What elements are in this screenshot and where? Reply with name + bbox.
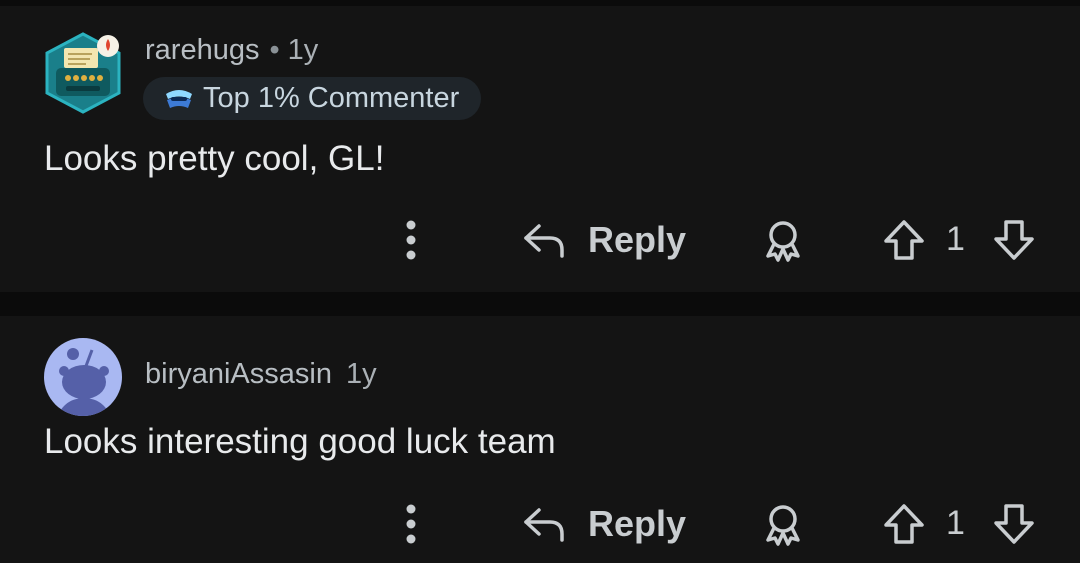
comment-text: Looks interesting good luck team (44, 422, 556, 461)
reply-button[interactable]: Reply (522, 496, 686, 552)
comment-action-bar: Reply 1 (0, 212, 1080, 268)
comment-age: 1y (345, 358, 377, 390)
comment-age: 1y (287, 34, 319, 66)
downvote-icon[interactable] (992, 218, 1036, 262)
username[interactable]: biryaniAssasin (145, 358, 332, 390)
more-options-icon[interactable] (398, 218, 424, 262)
award-icon[interactable] (761, 502, 805, 546)
reply-label: Reply (588, 219, 687, 260)
more-options-icon[interactable] (398, 502, 424, 546)
comment-card: rarehugs • 1y Top 1% Commenter Looks prett… (0, 6, 1080, 292)
commenter-badge-icon (166, 89, 192, 108)
reply-label: Reply (588, 503, 687, 544)
reply-arrow-icon (524, 224, 564, 258)
user-flair-badge: Top 1% Commenter (143, 77, 482, 120)
separator-dot: • (269, 34, 280, 66)
username[interactable]: rarehugs (145, 34, 259, 66)
comments-screen: rarehugs • 1y Top 1% Commenter Looks prett… (0, 0, 1080, 563)
reply-arrow-icon (524, 508, 564, 542)
upvote-icon[interactable] (882, 502, 926, 546)
upvote-icon[interactable] (882, 218, 926, 262)
flair-label: Top 1% Commenter (203, 82, 460, 114)
comment-card: biryaniAssasin 1y Looks interesting good … (0, 316, 1080, 563)
default-snoo-avatar-icon[interactable] (44, 338, 122, 416)
downvote-icon[interactable] (992, 502, 1036, 546)
award-icon[interactable] (761, 218, 805, 262)
comment-text: Looks pretty cool, GL! (44, 139, 385, 178)
reply-button[interactable]: Reply (522, 212, 686, 268)
comment-meta: rarehugs • 1y (145, 34, 318, 67)
typewriter-avatar-icon[interactable] (42, 32, 124, 114)
comment-action-bar: Reply 1 (0, 496, 1080, 552)
vote-score: 1 (946, 504, 965, 542)
comment-meta: biryaniAssasin 1y (145, 358, 377, 391)
vote-score: 1 (946, 220, 965, 258)
